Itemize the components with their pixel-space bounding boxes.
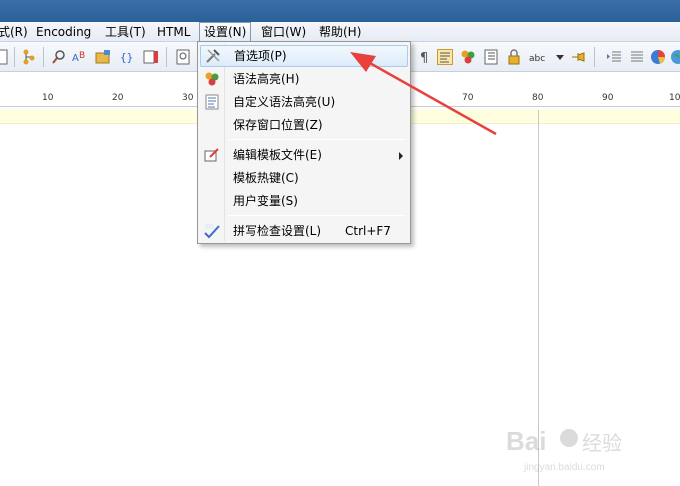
replace-icon[interactable]: AB [72,49,88,65]
svg-text:Bai: Bai [506,426,546,456]
ruler-label: 20 [112,93,124,103]
menu-item-user-variables[interactable]: 用户变量(S) [200,190,408,212]
menu-item-label: 拼写检查设置(L) [233,224,322,238]
window-titlebar [0,0,680,22]
indent-icon[interactable] [606,49,622,65]
page-icon[interactable] [0,49,10,65]
menu-item-label: 模板热键(C) [233,171,299,185]
menu-item-spellcheck-settings[interactable]: 拼写检查设置(L) Ctrl+F7 [200,220,408,242]
menu-help[interactable]: 帮助(H) [315,22,365,42]
menu-item-label: 编辑模板文件(E) [233,148,322,162]
menu-item-label: 保存窗口位置(Z) [233,118,323,132]
menu-item-syntax-highlight[interactable]: 语法高亮(H) [200,68,408,90]
align-icon[interactable] [628,49,644,65]
svg-text:A: A [72,53,79,64]
svg-text:B: B [79,51,85,61]
svg-text:abc: abc [529,54,545,64]
svg-text:经验: 经验 [582,431,622,455]
menu-item-label: 首选项(P) [234,49,287,63]
menu-window[interactable]: 窗口(W) [257,22,310,42]
word-wrap-icon[interactable] [437,49,453,65]
ruler-label: 30 [182,93,194,103]
svg-text:{}: {} [120,51,133,64]
font-icon[interactable]: abc [529,49,545,65]
menu-separator [228,215,406,216]
menu-bar: 式(R) Encoding 工具(T) HTML 设置(N) 窗口(W) 帮助(… [0,22,680,42]
preferences-icon [206,49,220,63]
menu-html[interactable]: HTML [153,22,194,42]
braces-icon[interactable]: {} [119,49,135,65]
settings-dropdown-menu: 首选项(P) 语法高亮(H) 自定义语法高亮(U) 保存窗口位置(Z) 编辑模板… [197,41,411,244]
custom-syntax-icon [205,94,219,110]
globe-icon[interactable] [670,49,680,65]
syntax-highlight-icon [205,72,219,86]
ruler-label: 80 [532,93,544,103]
toolbar-separator [14,47,15,67]
menu-item-preferences[interactable]: 首选项(P) [200,45,408,67]
menu-item-label: 用户变量(S) [233,194,298,208]
toolbar-separator [43,47,44,67]
column-icon[interactable] [143,49,159,65]
find-icon[interactable] [51,49,67,65]
tree-icon[interactable] [21,49,37,65]
ruler-label: 70 [462,93,474,103]
menu-item-custom-syntax[interactable]: 自定义语法高亮(U) [200,91,408,113]
baidu-watermark-logo: Bai 经验 jingyan.baidu.com [506,426,622,473]
edit-template-icon [204,148,219,162]
toolbar-separator [166,47,167,67]
submenu-arrow-icon [399,152,403,160]
menu-encoding[interactable]: Encoding [32,22,95,42]
menu-tools[interactable]: 工具(T) [101,22,150,42]
menu-item-save-window-position[interactable]: 保存窗口位置(Z) [200,114,408,136]
menu-format[interactable]: 式(R) [0,22,32,42]
menu-settings[interactable]: 设置(N) [199,22,252,42]
menu-item-label: 语法高亮(H) [233,72,300,86]
menu-item-label: 自定义语法高亮(U) [233,95,336,109]
spellcheck-icon [204,224,220,239]
preview-icon[interactable] [175,49,191,65]
ruler-label: 90 [602,93,614,103]
menu-item-edit-template[interactable]: 编辑模板文件(E) [200,144,408,166]
dropdown-arrow-icon[interactable] [552,49,568,65]
ruler-label: 10 [42,93,54,103]
lock-icon[interactable] [506,49,522,65]
pin-icon[interactable] [570,49,586,65]
paragraph-icon[interactable]: ¶ [418,49,434,65]
menu-item-shortcut: Ctrl+F7 [345,224,391,238]
ruler-label: 10 [669,93,680,103]
menu-item-template-hotkeys[interactable]: 模板热键(C) [200,167,408,189]
folder-icon[interactable] [95,49,111,65]
svg-text:¶: ¶ [420,51,428,65]
pie-chart-icon[interactable] [650,49,666,65]
toolbar-separator [594,47,595,67]
color-icon[interactable] [460,49,476,65]
menu-separator [228,139,406,140]
line-numbers-icon[interactable] [483,49,499,65]
svg-text:jingyan.baidu.com: jingyan.baidu.com [523,462,605,473]
